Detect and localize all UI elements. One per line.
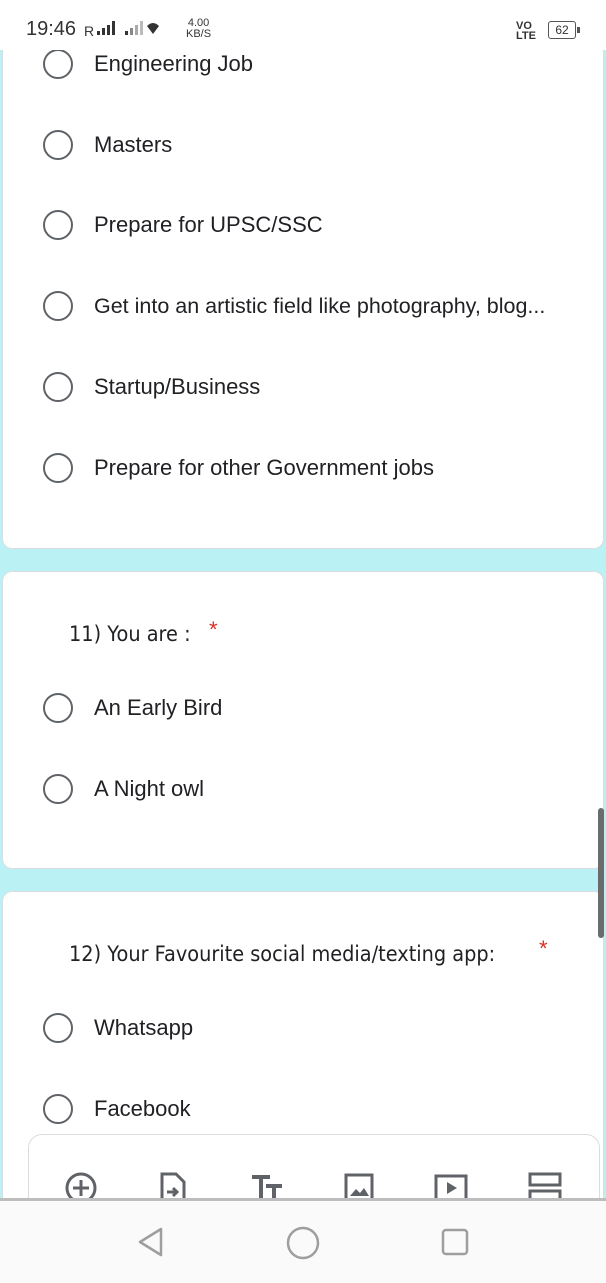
option-label: Facebook: [94, 1096, 191, 1121]
home-icon[interactable]: [286, 1226, 320, 1265]
back-icon[interactable]: [137, 1226, 165, 1263]
radio-option[interactable]: Masters: [43, 125, 172, 165]
option-label: Prepare for UPSC/SSC: [94, 212, 323, 237]
radio-option[interactable]: A Night owl: [43, 769, 204, 809]
question-title: 12) Your Favourite social media/texting …: [69, 942, 496, 966]
option-label: Engineering Job: [94, 51, 254, 76]
required-asterisk: *: [539, 936, 548, 961]
signal-roaming-label: R: [84, 23, 96, 39]
status-time: 19:46: [26, 18, 77, 40]
net-speed: 4.00 KB/S: [186, 18, 211, 40]
radio-option[interactable]: Engineering Job: [43, 44, 253, 84]
status-bar: 19:46 R 4.00 KB/S VO LTE 62: [0, 0, 606, 50]
radio-option[interactable]: Prepare for UPSC/SSC: [43, 205, 323, 245]
radio-button[interactable]: [43, 130, 73, 160]
radio-option[interactable]: Get into an artistic field like photogra…: [43, 286, 545, 326]
question-10-card: Engineering Job Masters Prepare for UPSC…: [2, 0, 604, 549]
radio-button[interactable]: [43, 1013, 73, 1043]
radio-button[interactable]: [43, 693, 73, 723]
radio-button[interactable]: [43, 49, 73, 79]
radio-button[interactable]: [43, 774, 73, 804]
battery-icon: 62: [548, 21, 580, 39]
battery-level: 62: [555, 23, 569, 37]
radio-option[interactable]: An Early Bird: [43, 688, 222, 728]
net-speed-unit: KB/S: [186, 28, 212, 40]
question-11-card: 11) You are : * An Early Bird A Night ow…: [2, 571, 604, 869]
option-label: Whatsapp: [94, 1015, 194, 1040]
scrollbar[interactable]: [598, 808, 604, 938]
signal-icon: R: [84, 20, 160, 39]
radio-button[interactable]: [43, 210, 73, 240]
option-label: Prepare for other Government jobs: [94, 455, 434, 480]
option-label: Startup/Business: [94, 374, 261, 399]
radio-option[interactable]: Prepare for other Government jobs: [43, 448, 434, 488]
radio-button[interactable]: [43, 372, 73, 402]
option-label: Masters: [94, 132, 173, 157]
radio-option[interactable]: Startup/Business: [43, 367, 260, 407]
option-label: An Early Bird: [94, 695, 223, 720]
question-title: 11) You are :: [69, 622, 191, 646]
radio-option[interactable]: Facebook: [43, 1089, 191, 1129]
radio-option[interactable]: Whatsapp: [43, 1008, 193, 1048]
option-label: A Night owl: [94, 776, 205, 801]
volte-bottom: LTE: [516, 30, 536, 42]
required-asterisk: *: [209, 617, 218, 642]
system-nav-bar: [0, 1198, 606, 1283]
volte-icon: VO LTE: [516, 21, 536, 42]
radio-button[interactable]: [43, 453, 73, 483]
radio-button[interactable]: [43, 1094, 73, 1124]
option-label: Get into an artistic field like photogra…: [94, 293, 546, 318]
radio-button[interactable]: [43, 291, 73, 321]
recents-icon[interactable]: [441, 1228, 469, 1261]
